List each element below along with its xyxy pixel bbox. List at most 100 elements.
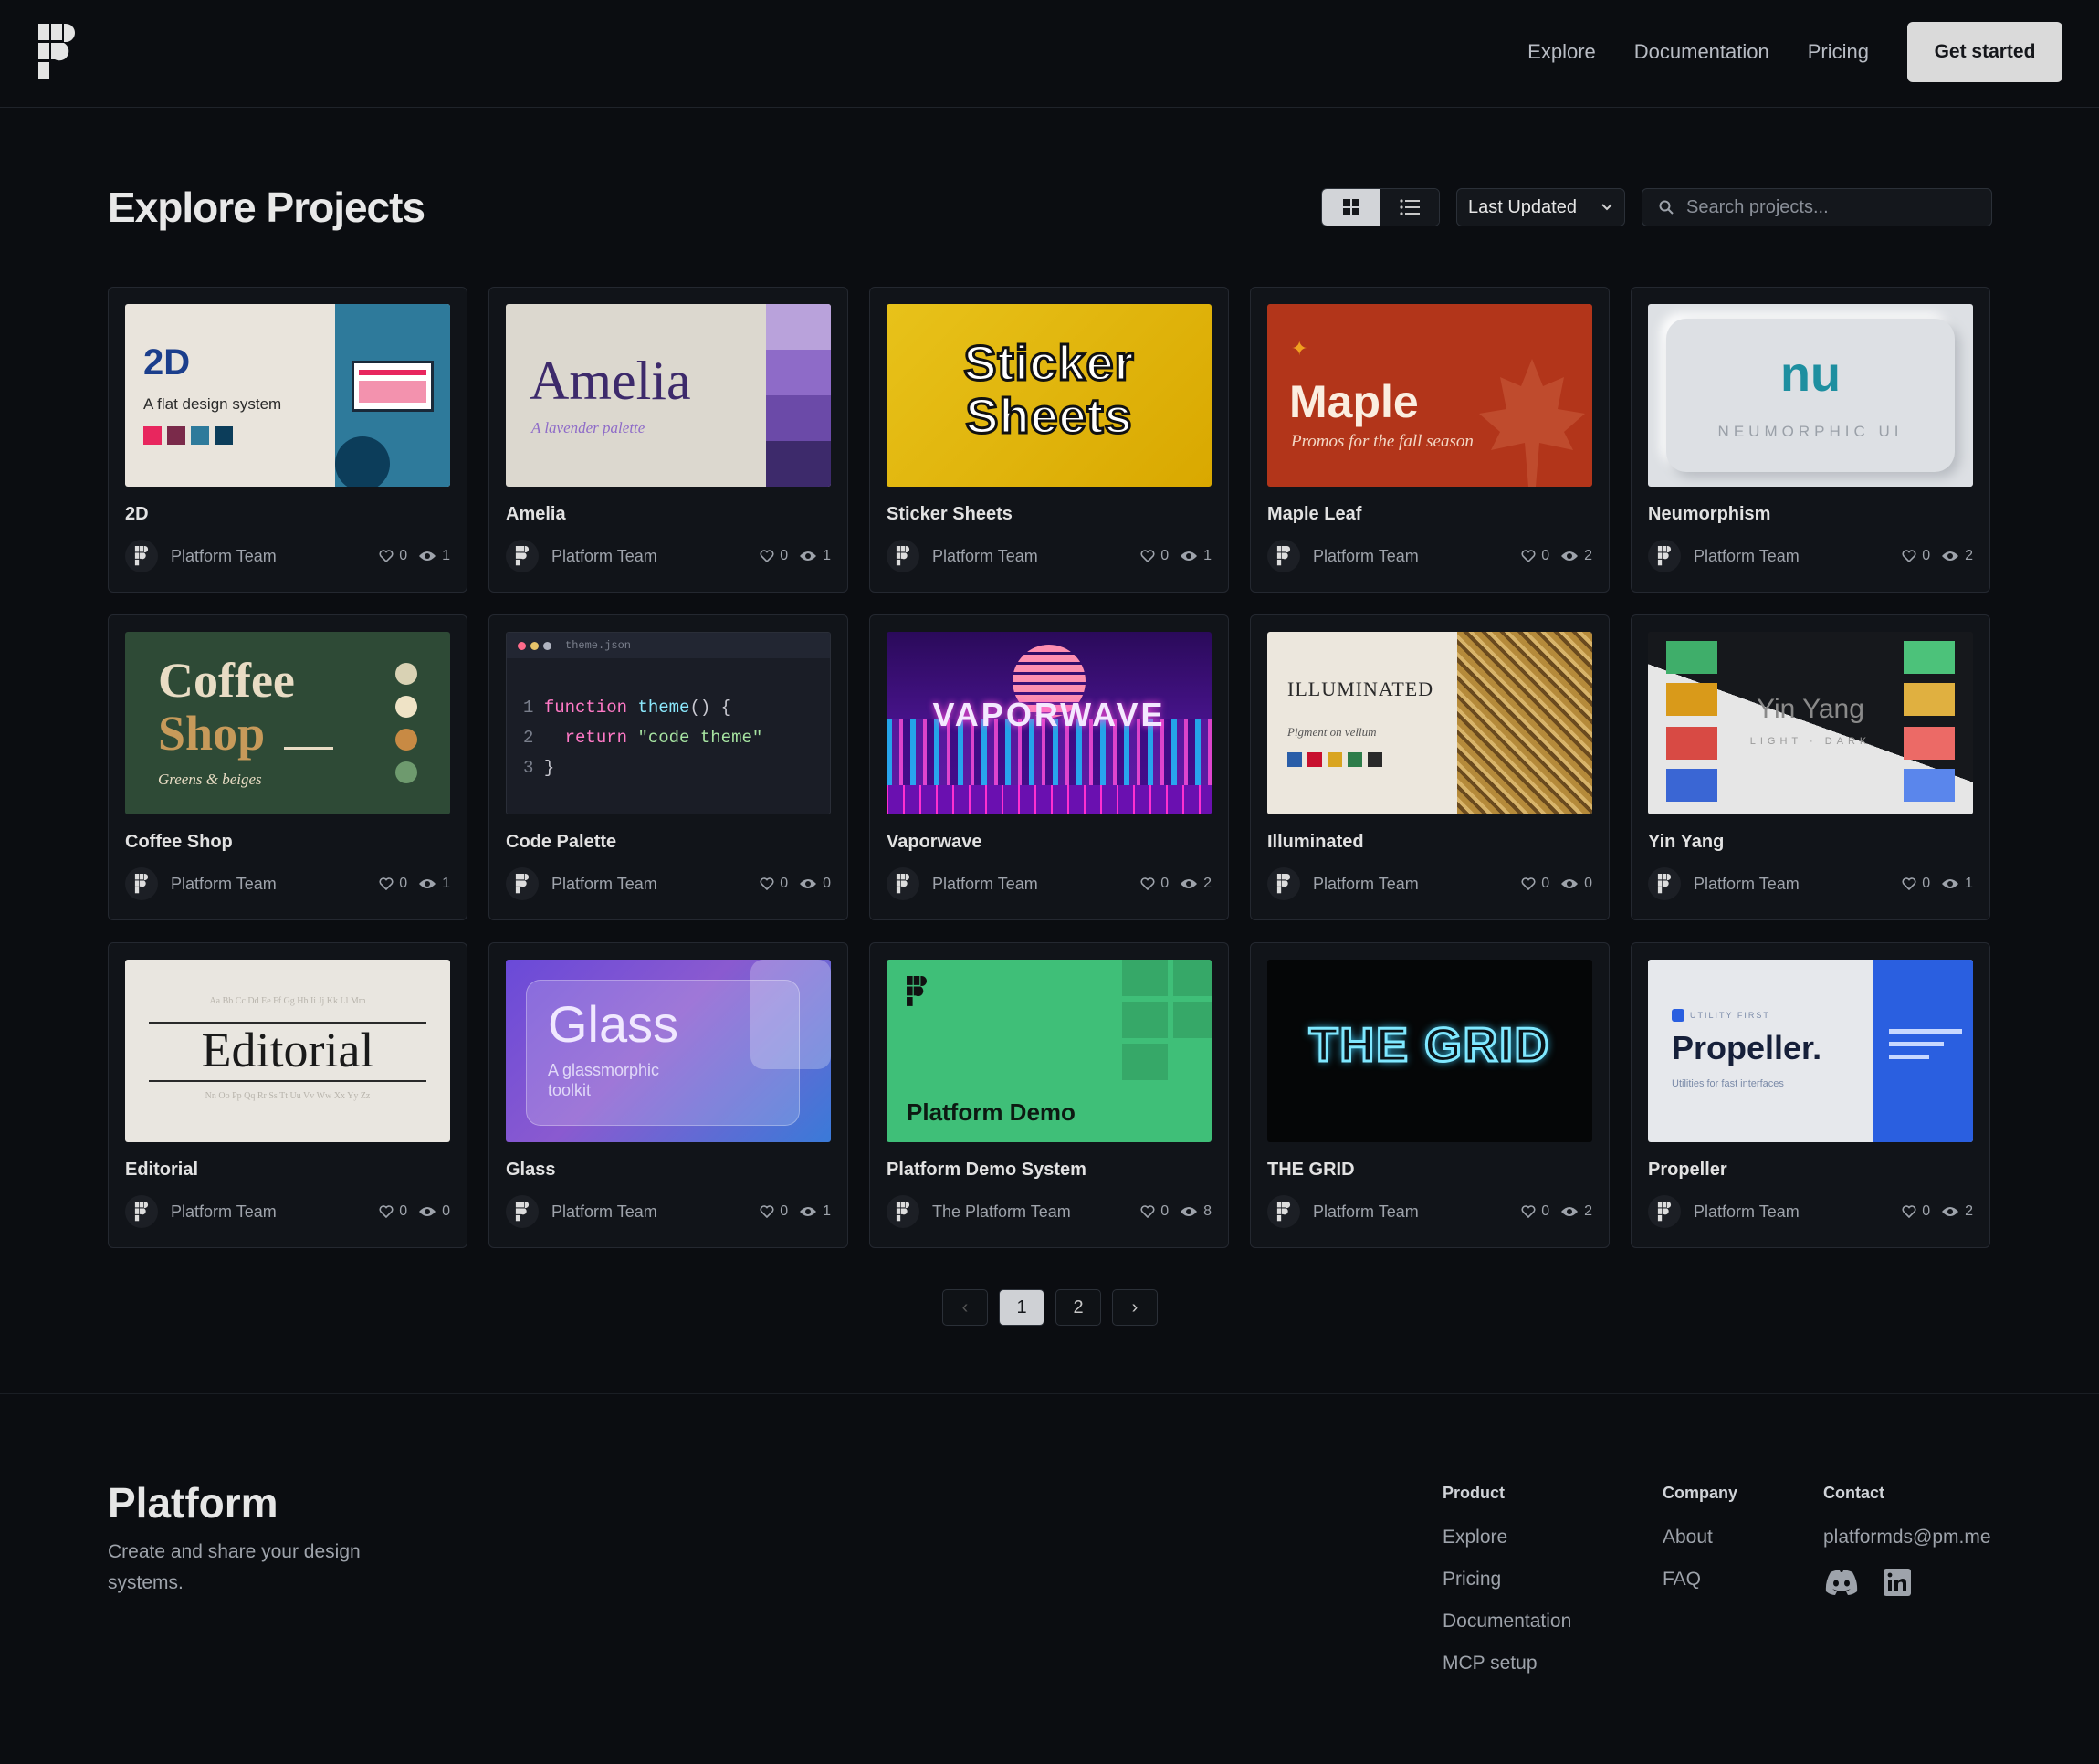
heart-icon — [760, 877, 774, 890]
get-started-button[interactable]: Get started — [1907, 22, 2062, 82]
project-name[interactable]: Coffee Shop — [125, 832, 233, 853]
logo-icon[interactable] — [38, 24, 75, 80]
project-name[interactable]: Glass — [506, 1160, 555, 1181]
project-name[interactable]: Illuminated — [1267, 832, 1364, 853]
project-name[interactable]: Vaporwave — [887, 832, 982, 853]
footer-link-pricing[interactable]: Pricing — [1443, 1569, 1571, 1591]
project-card[interactable]: VAPORWAVE Vaporwave Platform Team 0 2 — [869, 614, 1229, 920]
project-card[interactable]: ILLUMINATED Pigment on vellum Illuminate… — [1250, 614, 1610, 920]
project-thumbnail[interactable]: Amelia A lavender palette — [506, 304, 831, 487]
footer-link-about[interactable]: About — [1663, 1527, 1737, 1549]
project-thumbnail[interactable]: Sticker Sheets — [887, 304, 1212, 487]
footer-contact-email[interactable]: platformds@pm.me — [1823, 1527, 1991, 1549]
avatar — [887, 1195, 919, 1228]
project-name[interactable]: Code Palette — [506, 832, 616, 853]
project-meta: Platform Team 0 1 — [887, 540, 1212, 572]
list-view-button[interactable] — [1380, 189, 1439, 226]
footer-link-mcp-setup[interactable]: MCP setup — [1443, 1653, 1571, 1675]
project-name[interactable]: Platform Demo System — [887, 1160, 1086, 1181]
project-name[interactable]: THE GRID — [1267, 1160, 1355, 1181]
team-logo-icon — [896, 1202, 910, 1222]
page-2-button[interactable]: 2 — [1055, 1289, 1101, 1326]
project-name[interactable]: Editorial — [125, 1160, 198, 1181]
project-thumbnail[interactable]: theme.json 1 function theme() { 2 return… — [506, 632, 831, 814]
nav-explore[interactable]: Explore — [1527, 40, 1596, 64]
linkedin-link[interactable] — [1884, 1569, 1911, 1601]
project-thumbnail[interactable]: VAPORWAVE — [887, 632, 1212, 814]
likes-count[interactable]: 0 — [1140, 548, 1169, 564]
team-name: Platform Team — [932, 546, 1038, 565]
likes-count[interactable]: 0 — [1521, 548, 1549, 564]
views-value: 0 — [823, 876, 831, 891]
prev-page-button[interactable]: ‹ — [942, 1289, 988, 1326]
likes-count[interactable]: 0 — [379, 548, 407, 564]
project-thumbnail[interactable]: Yin Yang LIGHT · DARK — [1648, 632, 1973, 814]
views-count: 1 — [799, 548, 831, 564]
views-count: 0 — [799, 876, 831, 892]
project-card[interactable]: THE GRID THE GRID Platform Team 0 2 — [1250, 942, 1610, 1248]
project-card[interactable]: theme.json 1 function theme() { 2 return… — [488, 614, 848, 920]
thumb-code-file: theme.json — [565, 639, 632, 652]
project-thumbnail[interactable]: THE GRID — [1267, 960, 1592, 1142]
likes-count[interactable]: 0 — [1902, 548, 1930, 564]
likes-count[interactable]: 0 — [379, 876, 407, 892]
project-card[interactable]: Platform Demo Platform Demo System The P… — [869, 942, 1229, 1248]
project-name[interactable]: Amelia — [506, 504, 566, 525]
eye-icon — [1561, 551, 1579, 561]
search-input[interactable] — [1686, 196, 1960, 218]
project-meta: Platform Team 0 1 — [125, 540, 450, 572]
project-name[interactable]: Yin Yang — [1648, 832, 1724, 853]
project-name[interactable]: Sticker Sheets — [887, 504, 1013, 525]
next-page-button[interactable]: › — [1112, 1289, 1158, 1326]
project-card[interactable]: Aa Bb Cc Dd Ee Ff Gg Hh Ii Jj Kk Ll Mm E… — [108, 942, 467, 1248]
likes-count[interactable]: 0 — [760, 548, 788, 564]
views-value: 1 — [1965, 876, 1973, 891]
thumb-prop-tag: UTILITY FIRST — [1690, 1011, 1770, 1020]
project-card[interactable]: UTILITY FIRST Propeller. Utilities for f… — [1631, 942, 1990, 1248]
project-card[interactable]: ✦ Maple Promos for the fall season Maple… — [1250, 287, 1610, 593]
likes-count[interactable]: 0 — [760, 876, 788, 892]
project-card[interactable]: 2D A flat design system 2D Platform Team… — [108, 287, 467, 593]
project-card[interactable]: Amelia A lavender palette Amelia Platfor… — [488, 287, 848, 593]
project-card[interactable]: Sticker Sheets Sticker Sheets Platform T… — [869, 287, 1229, 593]
footer-link-documentation[interactable]: Documentation — [1443, 1611, 1571, 1633]
eye-icon — [1942, 879, 1959, 888]
thumb-illum-sub: Pigment on vellum — [1287, 725, 1377, 739]
likes-count[interactable]: 0 — [1521, 1203, 1549, 1220]
likes-count[interactable]: 0 — [1902, 876, 1930, 892]
project-card[interactable]: Yin Yang LIGHT · DARK Yin Yang Platform … — [1631, 614, 1990, 920]
likes-count[interactable]: 0 — [1140, 1203, 1169, 1220]
project-card[interactable]: Coffee Shop Greens & beiges Coffee Shop … — [108, 614, 467, 920]
project-name[interactable]: Propeller — [1648, 1160, 1727, 1181]
project-name[interactable]: Neumorphism — [1648, 504, 1770, 525]
nav-pricing[interactable]: Pricing — [1808, 40, 1869, 64]
footer-link-faq[interactable]: FAQ — [1663, 1569, 1737, 1591]
likes-count[interactable]: 0 — [1521, 876, 1549, 892]
discord-link[interactable] — [1823, 1569, 1860, 1601]
likes-count[interactable]: 0 — [760, 1203, 788, 1220]
grid-view-button[interactable] — [1322, 189, 1380, 226]
project-thumbnail[interactable]: nu NEUMORPHIC UI — [1648, 304, 1973, 487]
project-name[interactable]: Maple Leaf — [1267, 504, 1361, 525]
project-thumbnail[interactable]: ILLUMINATED Pigment on vellum — [1267, 632, 1592, 814]
likes-count[interactable]: 0 — [379, 1203, 407, 1220]
views-value: 0 — [442, 1203, 450, 1219]
project-thumbnail[interactable]: UTILITY FIRST Propeller. Utilities for f… — [1648, 960, 1973, 1142]
page-1-button[interactable]: 1 — [999, 1289, 1044, 1326]
footer-link-explore[interactable]: Explore — [1443, 1527, 1571, 1549]
project-thumbnail[interactable]: Platform Demo — [887, 960, 1212, 1142]
project-name[interactable]: 2D — [125, 504, 149, 525]
project-thumbnail[interactable]: ✦ Maple Promos for the fall season — [1267, 304, 1592, 487]
likes-count[interactable]: 0 — [1902, 1203, 1930, 1220]
nav-documentation[interactable]: Documentation — [1634, 40, 1769, 64]
views-count: 1 — [418, 876, 450, 892]
project-thumbnail[interactable]: Coffee Shop Greens & beiges — [125, 632, 450, 814]
project-thumbnail[interactable]: Glass A glassmorphic toolkit — [506, 960, 831, 1142]
project-thumbnail[interactable]: 2D A flat design system — [125, 304, 450, 487]
project-card[interactable]: nu NEUMORPHIC UI Neumorphism Platform Te… — [1631, 287, 1990, 593]
likes-count[interactable]: 0 — [1140, 876, 1169, 892]
likes-value: 0 — [399, 876, 408, 891]
project-thumbnail[interactable]: Aa Bb Cc Dd Ee Ff Gg Hh Ii Jj Kk Ll Mm E… — [125, 960, 450, 1142]
sort-select[interactable]: Last Updated — [1456, 188, 1625, 226]
project-card[interactable]: Glass A glassmorphic toolkit Glass Platf… — [488, 942, 848, 1248]
